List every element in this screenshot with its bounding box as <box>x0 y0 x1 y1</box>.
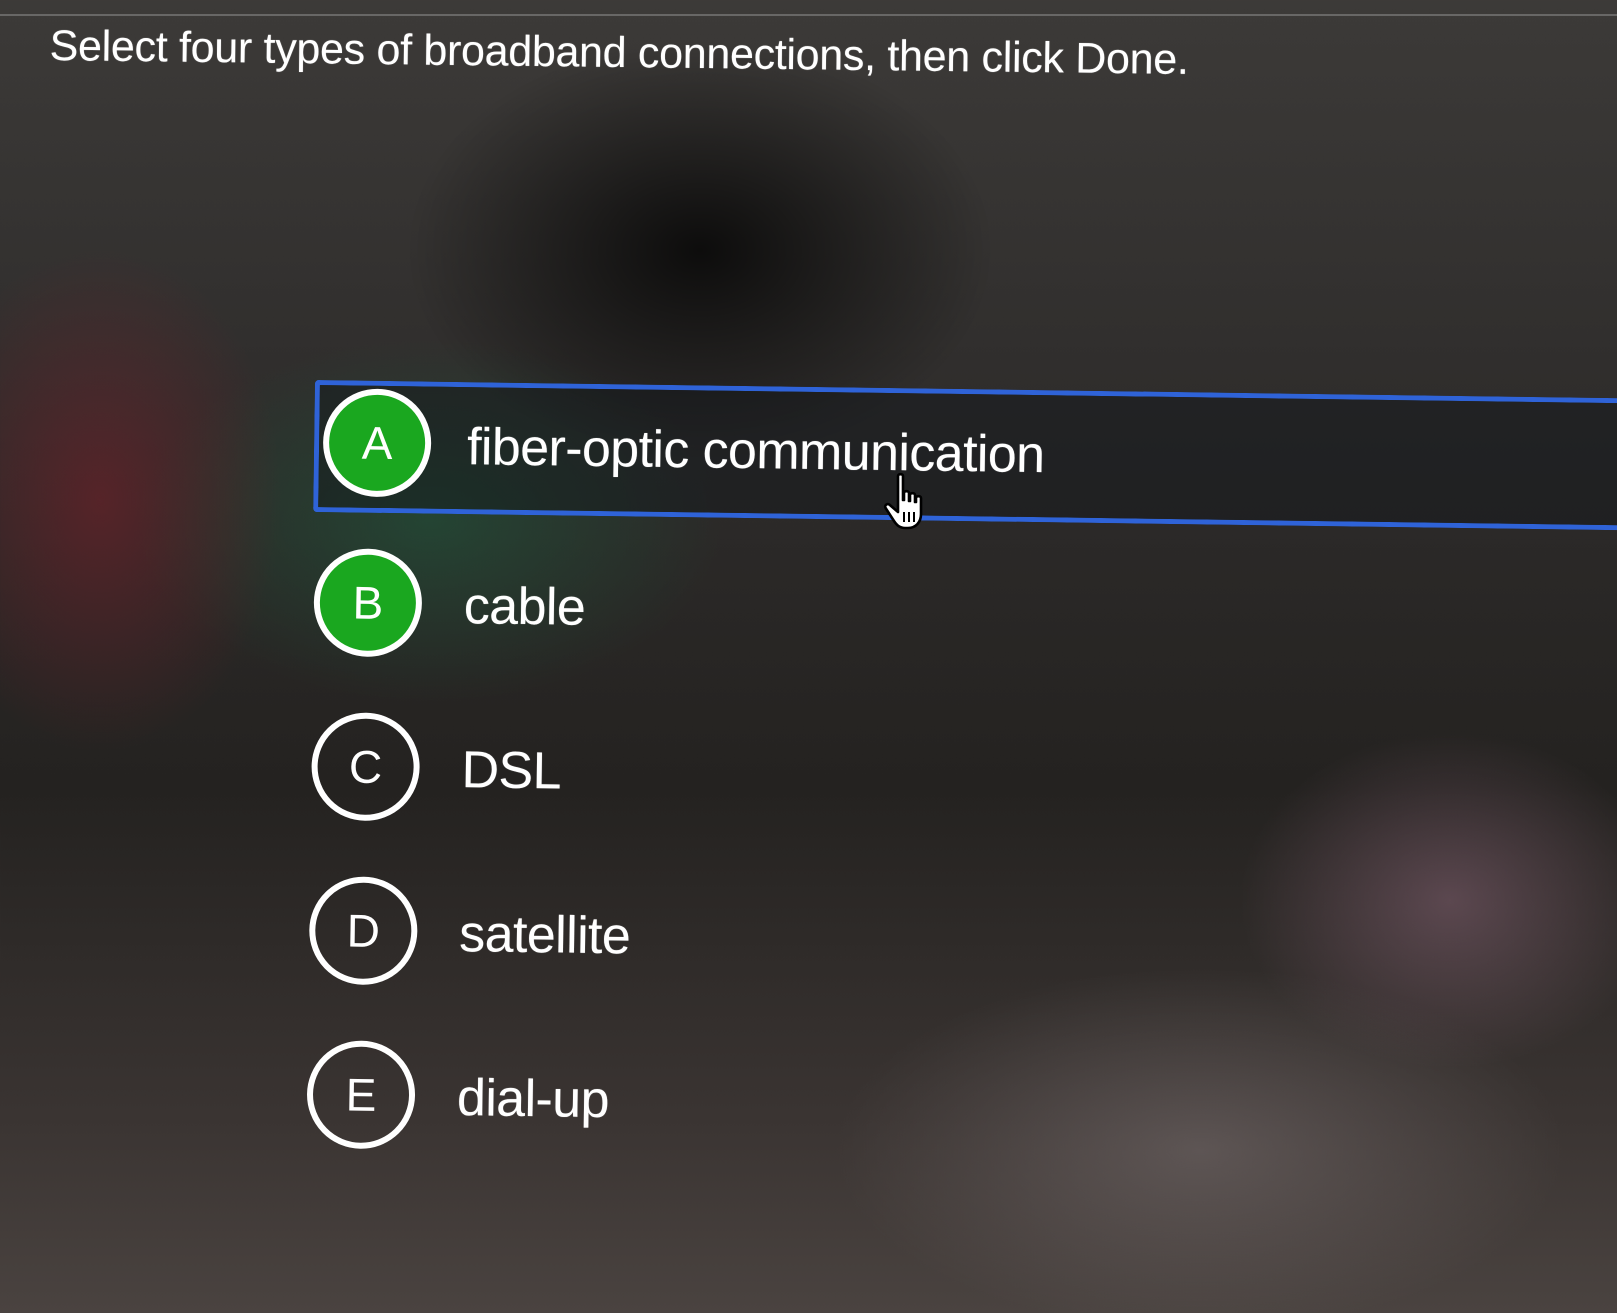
option-b[interactable]: B cable <box>311 540 1615 690</box>
option-e-badge[interactable]: E <box>306 1039 416 1150</box>
option-e[interactable]: E dial-up <box>304 1032 1608 1182</box>
option-d-label[interactable]: satellite <box>459 904 631 966</box>
option-a[interactable]: A fiber-optic communication <box>313 380 1617 531</box>
question-prompt: Select four types of broadband connectio… <box>49 22 1189 84</box>
option-b-badge[interactable]: B <box>313 548 423 658</box>
option-c[interactable]: C DSL <box>309 704 1613 854</box>
option-c-label[interactable]: DSL <box>461 740 561 801</box>
option-d-badge[interactable]: D <box>308 875 419 986</box>
top-divider <box>0 14 1617 16</box>
option-a-badge[interactable]: A <box>322 388 432 498</box>
option-a-label[interactable]: fiber-optic communication <box>467 417 1045 485</box>
option-b-label[interactable]: cable <box>463 576 585 638</box>
answer-options: A fiber-optic communication B cable C DS… <box>304 380 1617 1214</box>
option-c-badge[interactable]: C <box>310 711 421 822</box>
option-d[interactable]: D satellite <box>306 868 1610 1018</box>
hand-pointer-icon <box>883 472 923 530</box>
option-e-label[interactable]: dial-up <box>457 1068 610 1130</box>
